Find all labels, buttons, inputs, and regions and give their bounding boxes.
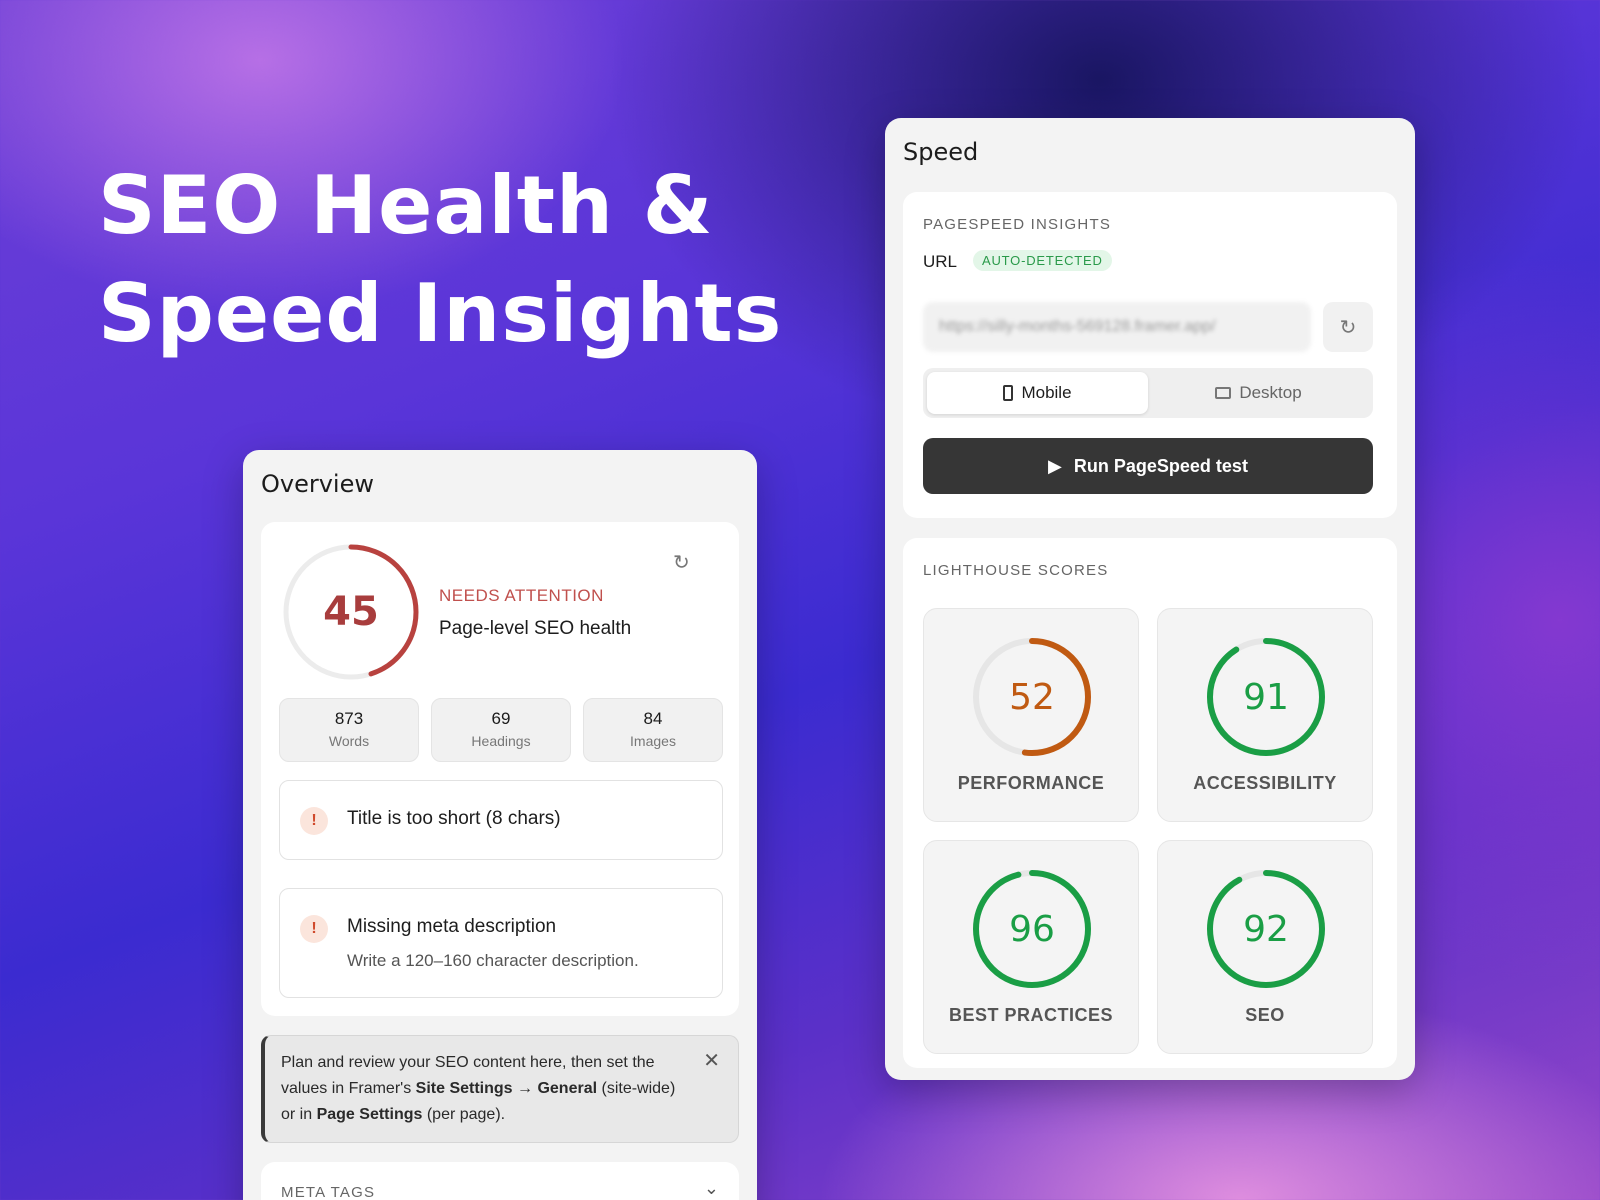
issue-title-short[interactable]: ! Title is too short (8 chars): [279, 780, 723, 860]
score-value: 52: [1009, 676, 1055, 718]
note-text-3: (per page).: [422, 1106, 506, 1123]
stat-words: 873 Words: [279, 698, 419, 762]
settings-note: Plan and review your SEO content here, t…: [261, 1035, 739, 1143]
note-bold-page-settings: Page Settings: [316, 1106, 423, 1123]
score-tile-seo: 92 SEO: [1157, 840, 1373, 1054]
stat-label: Headings: [471, 733, 531, 749]
stat-label: Images: [630, 733, 676, 749]
mobile-label: Mobile: [1021, 383, 1072, 402]
seo-health-card: 45 NEEDS ATTENTION Page-level SEO health…: [261, 522, 739, 1016]
health-label: Page-level SEO health: [439, 618, 632, 639]
url-label: URL: [923, 252, 958, 271]
stat-value: 69: [491, 709, 511, 728]
score-value: 96: [1009, 908, 1055, 950]
stats-row: 873 Words 69 Headings 84 Images: [279, 698, 723, 762]
score-label: ACCESSIBILITY: [1193, 773, 1337, 793]
warning-icon: !: [300, 807, 328, 835]
score-value: 92: [1243, 908, 1289, 950]
phone-icon: [1003, 385, 1014, 401]
seo-score-ring: 45: [281, 542, 421, 682]
hero-line-1: SEO Health &: [98, 159, 714, 252]
hero-headline: SEO Health & Speed Insights: [98, 152, 782, 368]
play-icon: ▶: [1048, 455, 1062, 476]
status-label: NEEDS ATTENTION: [439, 586, 604, 605]
meta-tags-label: META TAGS: [281, 1184, 376, 1200]
chevron-down-icon[interactable]: ⌄: [704, 1178, 719, 1199]
score-label: PERFORMANCE: [957, 773, 1105, 793]
issue-description: Write a 120–160 character description.: [347, 951, 639, 970]
url-input[interactable]: [923, 302, 1311, 352]
overview-panel: Overview 45 NEEDS ATTENTION Page-level S…: [243, 450, 757, 1200]
monitor-icon: [1215, 387, 1232, 399]
seo-score-value: 45: [323, 589, 379, 635]
overview-title: Overview: [261, 470, 374, 498]
warning-icon: !: [300, 915, 328, 943]
refresh-icon: ↻: [1339, 316, 1357, 339]
issue-title: Title is too short (8 chars): [347, 808, 561, 829]
stat-value: 84: [643, 709, 663, 728]
note-bold-site-settings: Site Settings → General: [415, 1080, 598, 1097]
meta-tags-section[interactable]: META TAGS ⌄: [261, 1162, 739, 1200]
pagespeed-label: PAGESPEED INSIGHTS: [923, 216, 1112, 233]
lighthouse-label: LIGHTHOUSE SCORES: [923, 562, 1109, 579]
score-tile-performance: 52 PERFORMANCE: [923, 608, 1139, 822]
stat-headings: 69 Headings: [431, 698, 571, 762]
stat-value: 873: [334, 709, 364, 728]
speed-panel: Speed PAGESPEED INSIGHTS URL AUTO-DETECT…: [885, 118, 1415, 1080]
close-icon[interactable]: ✕: [703, 1048, 720, 1074]
run-pagespeed-button[interactable]: ▶ Run PageSpeed test: [923, 438, 1373, 494]
score-value: 91: [1243, 676, 1289, 718]
score-tile-accessibility: 91 ACCESSIBILITY: [1157, 608, 1373, 822]
speed-title: Speed: [903, 138, 979, 166]
auto-detected-badge: AUTO-DETECTED: [973, 250, 1112, 271]
mobile-option[interactable]: Mobile: [927, 372, 1148, 414]
refresh-icon[interactable]: ↻: [673, 550, 690, 575]
run-label: Run PageSpeed test: [1073, 455, 1248, 476]
desktop-option[interactable]: Desktop: [1148, 372, 1369, 414]
stat-images: 84 Images: [583, 698, 723, 762]
issue-missing-meta[interactable]: ! Missing meta description Write a 120–1…: [279, 888, 723, 998]
stat-label: Words: [328, 733, 370, 749]
issue-title: Missing meta description: [347, 916, 557, 937]
hero-line-2: Speed Insights: [98, 267, 783, 360]
score-label: SEO: [1245, 1005, 1285, 1025]
lighthouse-card: LIGHTHOUSE SCORES 52 PERFORMANCE 91 ACCE…: [903, 538, 1397, 1068]
pagespeed-card: PAGESPEED INSIGHTS URL AUTO-DETECTED ↻ M…: [903, 192, 1397, 518]
refresh-url-button[interactable]: ↻: [1323, 302, 1373, 352]
device-toggle: Mobile Desktop: [923, 368, 1373, 418]
score-label: BEST PRACTICES: [948, 1005, 1114, 1025]
score-tile-best-practices: 96 BEST PRACTICES: [923, 840, 1139, 1054]
desktop-label: Desktop: [1239, 383, 1302, 402]
